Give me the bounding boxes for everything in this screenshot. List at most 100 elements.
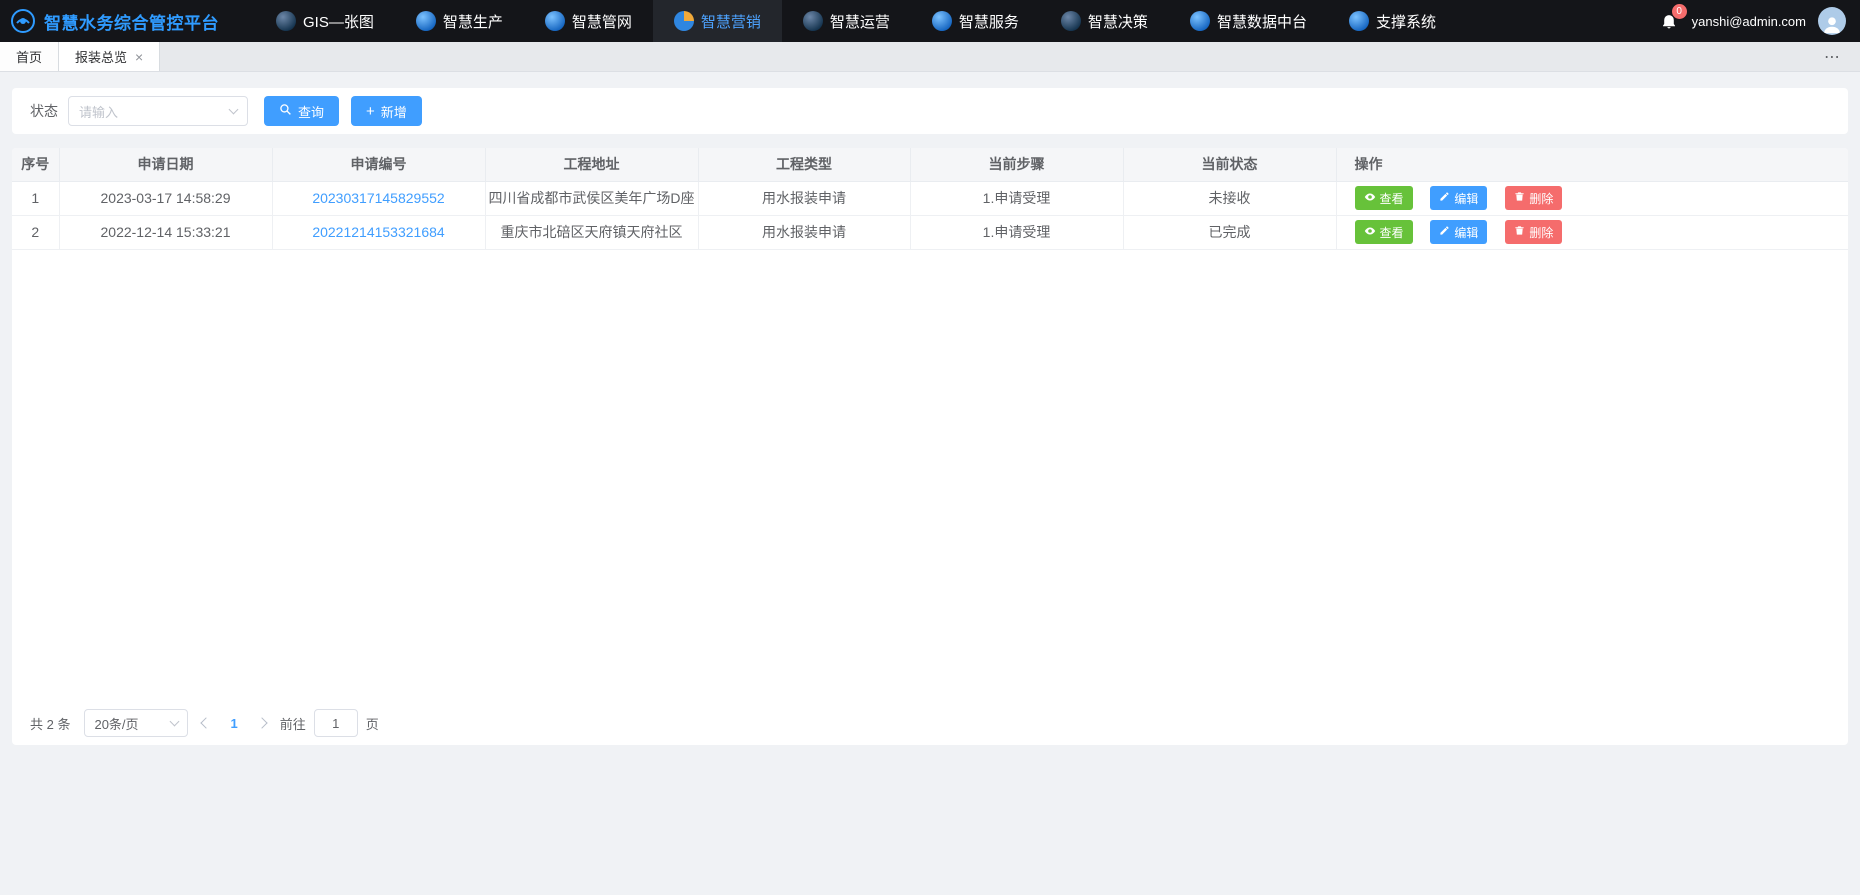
view-button-label: 查看 <box>1380 224 1404 241</box>
tab-label: 首页 <box>16 47 42 66</box>
query-button-label: 查询 <box>298 102 324 121</box>
col-header-address: 工程地址 <box>485 148 698 181</box>
cell-step: 1.申请受理 <box>910 215 1123 249</box>
nav-item-label: 智慧营销 <box>701 11 761 32</box>
nav-item-label: 支撑系统 <box>1376 11 1436 32</box>
cell-number: 20230317145829552 <box>272 181 485 215</box>
cell-status: 未接收 <box>1123 181 1336 215</box>
application-number-link[interactable]: 20221214153321684 <box>312 224 444 240</box>
applications-table: 序号 申请日期 申请编号 工程地址 工程类型 当前步骤 当前状态 操作 1 20… <box>12 148 1848 250</box>
applications-table-card: 序号 申请日期 申请编号 工程地址 工程类型 当前步骤 当前状态 操作 1 20… <box>12 148 1848 745</box>
delete-button-label: 删除 <box>1529 224 1553 241</box>
nav-item-label: 智慧数据中台 <box>1217 11 1307 32</box>
cell-type: 用水报装申请 <box>698 181 910 215</box>
cell-date: 2022-12-14 15:33:21 <box>59 215 272 249</box>
chevron-down-icon <box>170 717 180 727</box>
nav-item-label: 智慧运营 <box>830 11 890 32</box>
eye-icon <box>1364 191 1376 206</box>
user-area: 0 yanshi@admin.com <box>1658 0 1846 42</box>
col-header-actions: 操作 <box>1336 148 1848 181</box>
tab-bar: 首页 报装总览 × ⋯ <box>0 42 1860 72</box>
nav-item-production[interactable]: 智慧生产 <box>395 0 524 42</box>
service-icon <box>932 11 952 31</box>
globe-icon <box>276 11 296 31</box>
cell-index: 1 <box>12 181 59 215</box>
next-page-icon[interactable] <box>256 717 267 728</box>
page-size-select[interactable]: 20条/页 <box>84 709 188 737</box>
nav-item-data-center[interactable]: 智慧数据中台 <box>1169 0 1328 42</box>
tab-label: 报装总览 <box>75 47 127 66</box>
trash-icon <box>1514 191 1525 205</box>
decision-icon <box>1061 11 1081 31</box>
pie-chart-icon <box>674 11 694 31</box>
data-center-icon <box>1190 11 1210 31</box>
top-nav: 智慧水务综合管控平台 GIS—张图 智慧生产 智慧管网 智慧营销 智慧运营 智慧… <box>0 0 1860 42</box>
col-header-step: 当前步骤 <box>910 148 1123 181</box>
delete-button[interactable]: 删除 <box>1505 220 1562 244</box>
col-header-index: 序号 <box>12 148 59 181</box>
brand: 智慧水务综合管控平台 <box>10 0 225 42</box>
cell-step: 1.申请受理 <box>910 181 1123 215</box>
edit-icon <box>1439 225 1450 239</box>
cell-status: 已完成 <box>1123 215 1336 249</box>
cell-actions: 查看 编辑 删除 <box>1336 181 1848 215</box>
col-header-date: 申请日期 <box>59 148 272 181</box>
view-button[interactable]: 查看 <box>1355 220 1413 244</box>
water-drop-icon <box>416 11 436 31</box>
application-number-link[interactable]: 20230317145829552 <box>312 190 444 206</box>
add-button[interactable]: + 新增 <box>351 96 422 126</box>
tab-more-icon[interactable]: ⋯ <box>1806 42 1860 71</box>
nav-item-support[interactable]: 支撑系统 <box>1328 0 1457 42</box>
nav-item-decision[interactable]: 智慧决策 <box>1040 0 1169 42</box>
col-header-type: 工程类型 <box>698 148 910 181</box>
nav-item-service[interactable]: 智慧服务 <box>911 0 1040 42</box>
chevron-down-icon <box>229 105 239 115</box>
nav-item-label: GIS—张图 <box>303 11 374 32</box>
nav-item-label: 智慧生产 <box>443 11 503 32</box>
support-icon <box>1349 11 1369 31</box>
status-select-placeholder: 请输入 <box>79 102 118 121</box>
delete-button[interactable]: 删除 <box>1505 186 1562 210</box>
trash-icon <box>1514 225 1525 239</box>
cell-actions: 查看 编辑 删除 <box>1336 215 1848 249</box>
goto-page-input[interactable] <box>314 709 358 737</box>
table-header-row: 序号 申请日期 申请编号 工程地址 工程类型 当前步骤 当前状态 操作 <box>12 148 1848 181</box>
prev-page-icon[interactable] <box>201 717 212 728</box>
notification-bell-icon[interactable]: 0 <box>1658 10 1680 32</box>
tab-application-overview[interactable]: 报装总览 × <box>59 42 160 71</box>
query-button[interactable]: 查询 <box>264 96 339 126</box>
search-icon <box>279 103 292 119</box>
main-nav: GIS—张图 智慧生产 智慧管网 智慧营销 智慧运营 智慧服务 智慧决策 智慧 <box>255 0 1457 42</box>
tab-home[interactable]: 首页 <box>0 42 59 71</box>
edit-button[interactable]: 编辑 <box>1430 220 1487 244</box>
nav-item-label: 智慧决策 <box>1088 11 1148 32</box>
pager: 1 <box>202 716 265 731</box>
app-logo-icon <box>10 8 36 34</box>
filter-bar: 状态 请输入 查询 + 新增 <box>12 88 1848 134</box>
status-filter-label: 状态 <box>30 101 58 121</box>
eye-icon <box>1364 225 1376 240</box>
table-row: 1 2023-03-17 14:58:29 20230317145829552 … <box>12 181 1848 215</box>
pipe-network-icon <box>545 11 565 31</box>
nav-item-gis[interactable]: GIS—张图 <box>255 0 395 42</box>
view-button[interactable]: 查看 <box>1355 186 1413 210</box>
view-button-label: 查看 <box>1380 190 1404 207</box>
nav-item-marketing[interactable]: 智慧营销 <box>653 0 782 42</box>
pagination-bar: 共 2 条 20条/页 1 前往 页 <box>12 701 1848 745</box>
user-avatar[interactable] <box>1818 7 1846 35</box>
nav-item-pipe-network[interactable]: 智慧管网 <box>524 0 653 42</box>
app-title: 智慧水务综合管控平台 <box>44 9 219 34</box>
status-select[interactable]: 请输入 <box>68 96 248 126</box>
user-email[interactable]: yanshi@admin.com <box>1692 14 1806 29</box>
edit-button[interactable]: 编辑 <box>1430 186 1487 210</box>
page-unit-label: 页 <box>366 714 379 733</box>
page-size-value: 20条/页 <box>94 714 138 733</box>
close-icon[interactable]: × <box>135 50 143 64</box>
nav-item-operation[interactable]: 智慧运营 <box>782 0 911 42</box>
operation-icon <box>803 11 823 31</box>
add-button-label: 新增 <box>381 102 407 121</box>
edit-button-label: 编辑 <box>1454 190 1478 207</box>
cell-address: 重庆市北碚区天府镇天府社区 <box>485 215 698 249</box>
page-number-current[interactable]: 1 <box>228 716 239 731</box>
edit-icon <box>1439 191 1450 205</box>
